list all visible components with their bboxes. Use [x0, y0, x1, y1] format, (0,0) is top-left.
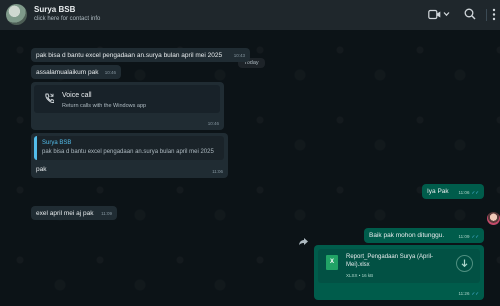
- message-time: 10:46: [104, 70, 116, 75]
- message-incoming[interactable]: exel april mei aj pak 11:09: [31, 206, 117, 220]
- avatar[interactable]: [6, 4, 27, 25]
- message-time: 10:46: [207, 121, 219, 126]
- message-incoming[interactable]: pak bisa d bantu excel pengadaan an.sury…: [31, 48, 250, 62]
- message-incoming[interactable]: assalamualaikum pak 10:46: [31, 65, 121, 79]
- read-ticks-icon: ✓✓: [471, 190, 479, 195]
- message-text: pak: [36, 166, 47, 173]
- call-subtitle: Return calls with the Windows app: [62, 103, 147, 109]
- message-time: 11:06: [212, 169, 223, 174]
- message-time: 10:43: [233, 53, 245, 58]
- video-call-icon[interactable]: [428, 9, 441, 20]
- message-text: pak bisa d bantu excel pengadaan an.sury…: [36, 52, 223, 59]
- message-text: Iya Pak: [427, 188, 449, 195]
- forward-icon[interactable]: [298, 237, 309, 246]
- message-outgoing[interactable]: Iya Pak 11:06 ✓✓: [422, 184, 484, 199]
- message-text: Baik pak mohon ditunggu.: [369, 232, 445, 239]
- excel-file-icon: X: [326, 255, 338, 270]
- call-title: Voice call: [62, 92, 92, 99]
- chevron-down-icon[interactable]: [443, 11, 450, 17]
- quote-author: Surya BSB: [42, 140, 72, 146]
- message-time: 11:26 ✓✓: [458, 291, 479, 296]
- message-reply[interactable]: Surya BSB pak bisa d bantu excel pengada…: [31, 133, 228, 178]
- search-icon[interactable]: [464, 8, 476, 20]
- more-vert-icon[interactable]: [492, 8, 496, 21]
- contact-info-hint[interactable]: click here for contact info: [34, 16, 100, 22]
- message-list[interactable]: Today pak bisa d bantu excel pengadaan a…: [0, 30, 500, 306]
- message-time: 11:06 ✓✓: [458, 190, 479, 195]
- message-text: assalamualaikum pak: [36, 69, 99, 76]
- header-divider: [486, 9, 487, 21]
- file-name: Report_Pengadaan Surya (April-Mei).xlsx: [346, 254, 434, 268]
- contact-name[interactable]: Surya BSB: [34, 5, 75, 14]
- download-icon: [461, 259, 468, 268]
- phone-call-icon: [45, 93, 54, 104]
- file-attachment[interactable]: X Report_Pengadaan Surya (April-Mei).xls…: [318, 249, 480, 283]
- message-outgoing[interactable]: Baik pak mohon ditunggu. 11:09 ✓✓: [364, 228, 484, 243]
- quoted-message[interactable]: Surya BSB pak bisa d bantu excel pengada…: [34, 136, 224, 160]
- message-file[interactable]: X Report_Pengadaan Surya (April-Mei).xls…: [314, 245, 484, 300]
- chat-header[interactable]: Surya BSB click here for contact info: [0, 0, 500, 30]
- message-time: 11:09: [101, 211, 112, 216]
- quote-text: pak bisa d bantu excel pengadaan an.sury…: [42, 149, 214, 155]
- read-ticks-icon: ✓✓: [471, 234, 479, 239]
- voice-call-card[interactable]: Voice call Return calls with the Windows…: [34, 85, 220, 113]
- message-voice-call[interactable]: Voice call Return calls with the Windows…: [31, 82, 224, 130]
- message-time: 11:09 ✓✓: [458, 234, 479, 239]
- read-ticks-icon: ✓✓: [471, 291, 479, 296]
- message-text: exel april mei aj pak: [36, 210, 94, 217]
- reaction-avatar[interactable]: [487, 212, 500, 225]
- download-button[interactable]: [456, 255, 473, 272]
- file-meta: XLSX • 16 kB: [346, 273, 374, 278]
